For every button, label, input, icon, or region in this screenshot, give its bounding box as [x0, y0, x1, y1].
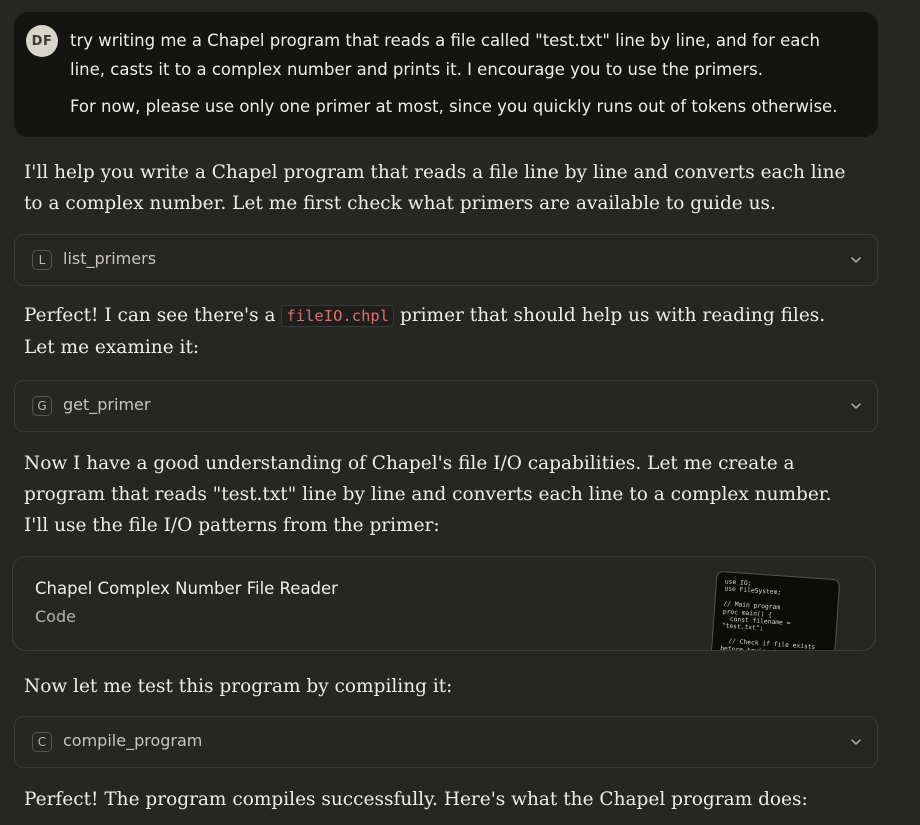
assistant-paragraph: Now let me test this program by compilin… [24, 676, 453, 697]
assistant-message-3: Now I have a good understanding of Chape… [24, 448, 854, 541]
assistant-message-1: I'll help you write a Chapel program tha… [24, 157, 854, 219]
artifact-title: Chapel Complex Number File Reader [35, 579, 338, 598]
tool-name: list_primers [63, 249, 157, 268]
user-message-text: try writing me a Chapel program that rea… [70, 26, 860, 121]
tool-name: get_primer [63, 395, 151, 414]
tool-name: compile_program [63, 731, 203, 750]
tool-letter-icon: L [32, 250, 52, 270]
code-preview-text: use IO; use FileSystem; // Main program … [719, 578, 816, 651]
assistant-message-5: Perfect! The program compiles successful… [24, 784, 854, 815]
assistant-paragraph: Now I have a good understanding of Chape… [24, 453, 832, 536]
user-message: DF try writing me a Chapel program that … [14, 12, 878, 137]
chevron-down-icon[interactable] [851, 401, 861, 411]
assistant-paragraph: Perfect! I can see there's a fileIO.chpl… [24, 300, 854, 363]
tool-call-get-primer[interactable]: G get_primer [14, 380, 878, 432]
tool-call-compile-program[interactable]: C compile_program [14, 716, 878, 768]
assistant-paragraph: Perfect! The program compiles successful… [24, 789, 808, 810]
assistant-message-2: Perfect! I can see there's a fileIO.chpl… [24, 300, 854, 363]
chevron-down-icon[interactable] [851, 737, 861, 747]
tool-letter-icon: C [32, 732, 52, 752]
user-message-line-1: try writing me a Chapel program that rea… [70, 31, 820, 79]
inline-code: fileIO.chpl [281, 305, 395, 327]
tool-letter-icon: G [32, 396, 52, 416]
assistant-paragraph: I'll help you write a Chapel program tha… [24, 162, 846, 214]
tool-call-list-primers[interactable]: L list_primers [14, 234, 878, 286]
assistant-message-4: Now let me test this program by compilin… [24, 671, 854, 702]
artifact-type: Code [35, 607, 76, 626]
user-avatar[interactable]: DF [26, 25, 58, 57]
artifact-code-preview: use IO; use FileSystem; // Main program … [709, 570, 841, 651]
user-message-line-2: For now, please use only one primer at m… [70, 97, 838, 116]
text-segment: Perfect! I can see there's a [24, 305, 282, 326]
artifact-card[interactable]: Chapel Complex Number File Reader Code u… [12, 556, 876, 651]
chevron-down-icon[interactable] [851, 255, 861, 265]
